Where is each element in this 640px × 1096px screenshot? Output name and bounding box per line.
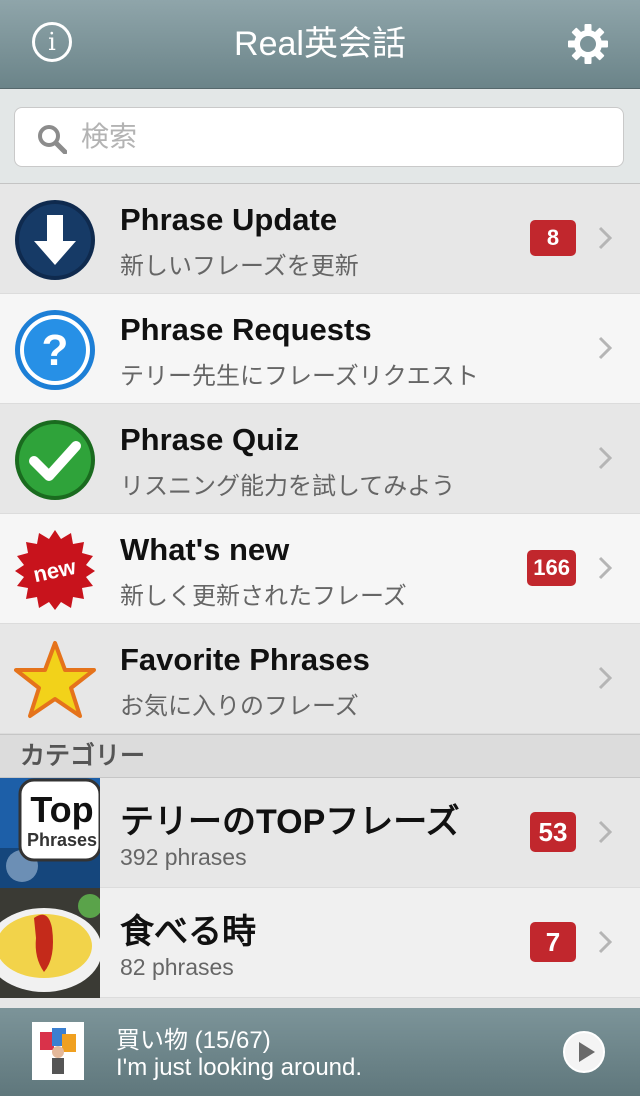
now-playing-phrase: I'm just looking around. (116, 1054, 363, 1081)
category-item-eating[interactable]: 食べる時 82 phrases 7 (0, 888, 640, 998)
search-bar: 検索 (0, 89, 640, 184)
omelette-thumbnail (0, 888, 100, 998)
chevron-right-icon (598, 666, 612, 690)
category-count: 82 phrases (120, 954, 234, 980)
menu-item-title: Phrase Requests (120, 312, 372, 347)
chevron-right-icon (598, 820, 612, 844)
menu-list: Phrase Update 新しいフレーズを更新 8 ? Phrase Requ… (0, 184, 640, 734)
chevron-right-icon (598, 226, 612, 250)
menu-item-title: What's new (120, 532, 290, 567)
menu-item-favorite-phrases[interactable]: Favorite Phrases お気に入りのフレーズ (0, 624, 640, 734)
category-list: Top Phrases テリーのTOPフレーズ 392 phrases 53 食… (0, 778, 640, 998)
menu-item-subtitle: 新しいフレーズを更新 (120, 253, 359, 280)
download-icon (15, 200, 95, 280)
search-icon (38, 125, 67, 154)
gear-icon[interactable] (566, 22, 610, 66)
menu-item-title: Phrase Quiz (120, 422, 300, 457)
app-title: Real英会話 (234, 25, 406, 63)
nav-bar: i Real英会話 (0, 0, 640, 89)
menu-item-phrase-quiz[interactable]: Phrase Quiz リスニング能力を試してみよう (0, 404, 640, 514)
now-playing-bar[interactable]: 買い物 (15/67) I'm just looking around. (0, 1008, 640, 1096)
thumb-phrases-text: Phrases (27, 830, 97, 850)
count-badge: 53 (530, 812, 576, 852)
svg-text:?: ? (42, 326, 69, 375)
menu-item-whats-new[interactable]: new What's new 新しく更新されたフレーズ 166 (0, 514, 640, 624)
count-badge: 8 (530, 220, 576, 256)
shopping-thumbnail (32, 1022, 84, 1080)
search-input[interactable]: 検索 (14, 107, 624, 167)
chevron-right-icon (598, 446, 612, 470)
count-badge: 166 (527, 550, 576, 586)
menu-item-phrase-requests[interactable]: ? Phrase Requests テリー先生にフレーズリクエスト (0, 294, 640, 404)
category-title: 食べる時 (120, 913, 256, 951)
question-icon: ? (15, 310, 95, 390)
star-icon (14, 641, 96, 718)
new-seal-icon: new (15, 530, 95, 610)
menu-item-subtitle: お気に入りのフレーズ (120, 693, 359, 720)
category-title: テリーのTOPフレーズ (120, 803, 460, 841)
chevron-right-icon (598, 556, 612, 580)
menu-item-subtitle: リスニング能力を試してみよう (120, 473, 456, 500)
section-header-category: カテゴリー (0, 734, 640, 778)
chevron-right-icon (598, 930, 612, 954)
menu-item-title: Favorite Phrases (120, 642, 370, 677)
play-icon[interactable] (562, 1030, 606, 1074)
chevron-right-icon (598, 336, 612, 360)
section-header-label: カテゴリー (20, 742, 146, 770)
menu-item-phrase-update[interactable]: Phrase Update 新しいフレーズを更新 8 (0, 184, 640, 294)
menu-item-subtitle: 新しく更新されたフレーズ (120, 583, 407, 610)
thumb-top-text: Top (30, 789, 93, 830)
category-item-top-phrases[interactable]: Top Phrases テリーのTOPフレーズ 392 phrases 53 (0, 778, 640, 888)
search-placeholder: 検索 (81, 121, 138, 152)
menu-item-title: Phrase Update (120, 202, 338, 237)
count-badge: 7 (530, 922, 576, 962)
checkmark-icon (15, 420, 95, 500)
menu-item-subtitle: テリー先生にフレーズリクエスト (120, 363, 479, 390)
now-playing-title: 買い物 (15/67) (116, 1027, 271, 1054)
category-count: 392 phrases (120, 844, 247, 870)
top-phrases-thumbnail: Top Phrases (0, 778, 100, 888)
